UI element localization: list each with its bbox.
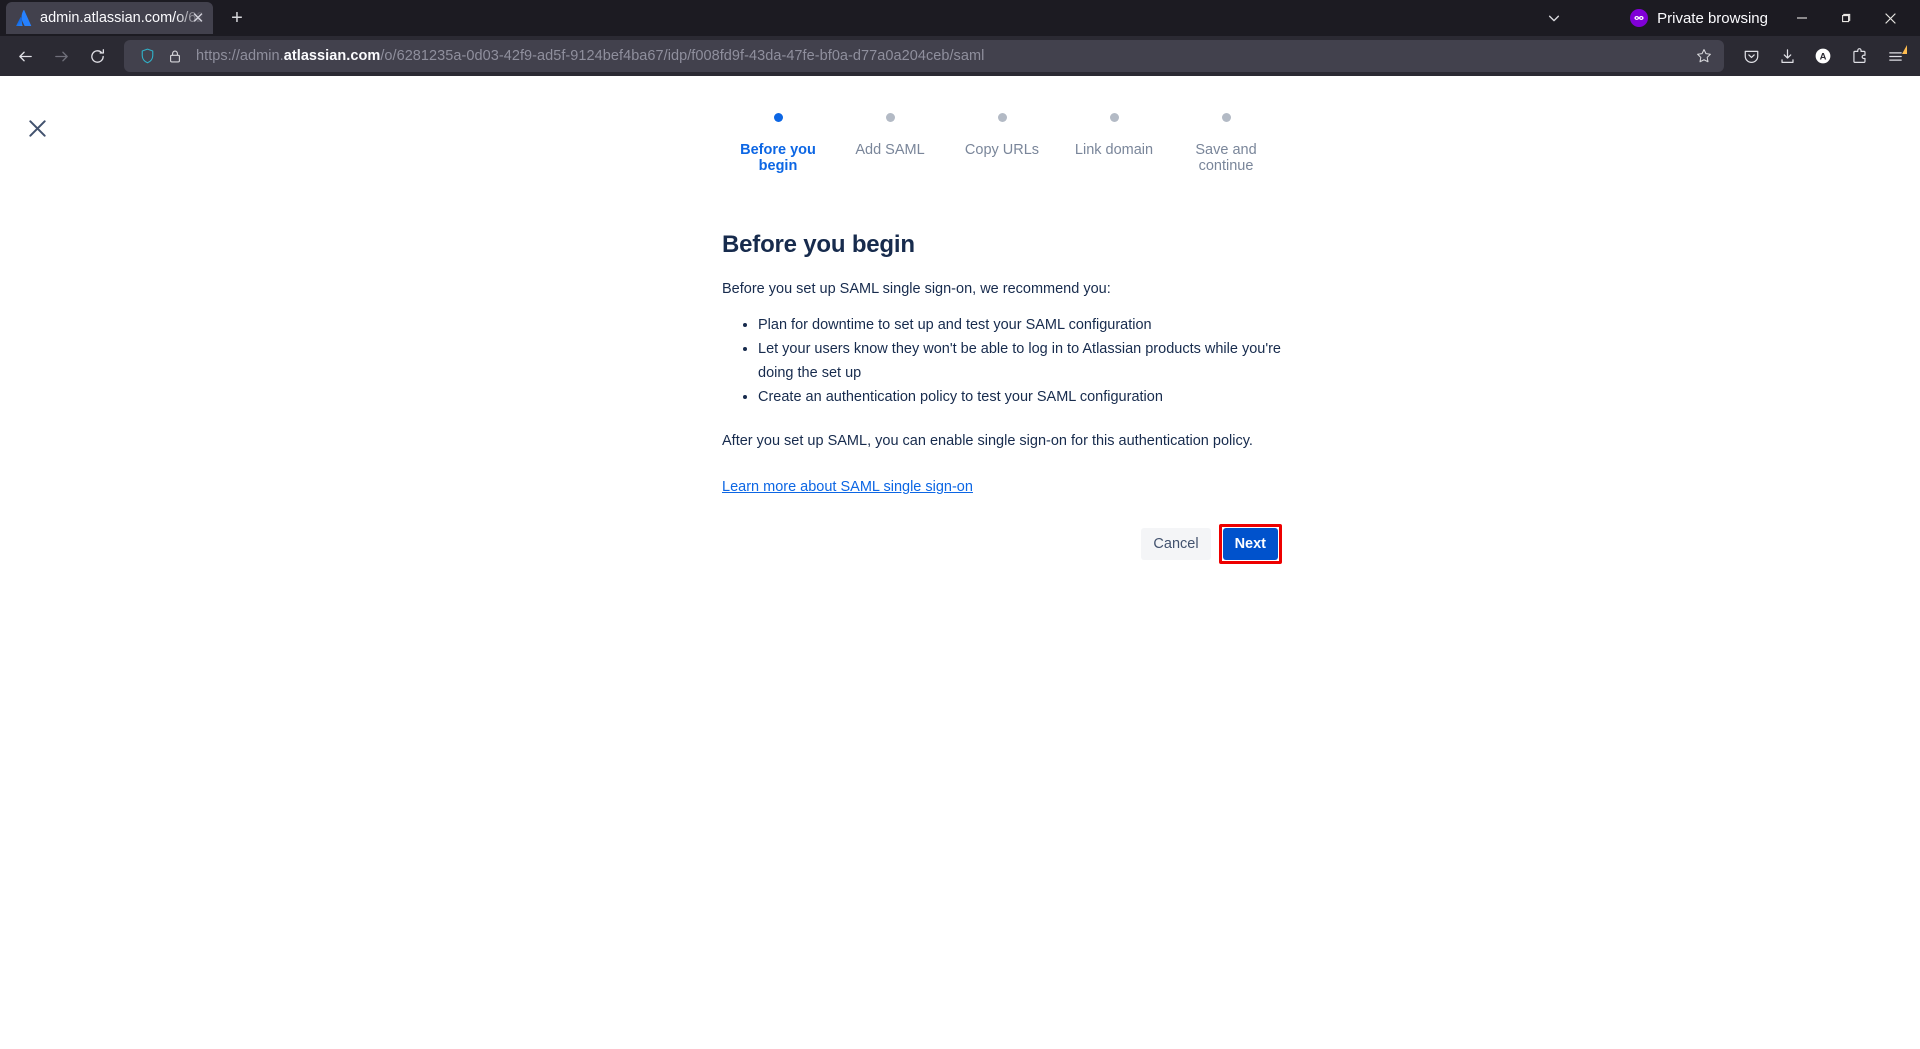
step-dot-icon bbox=[1221, 113, 1231, 122]
step-label: Before you begin bbox=[740, 142, 816, 174]
stepper-step-save-and-continue[interactable]: Save and continue bbox=[1170, 113, 1282, 174]
wizard-stepper: Before you begin Add SAML Copy URLs Link… bbox=[722, 76, 1282, 174]
stepper-step-link-domain[interactable]: Link domain bbox=[1058, 113, 1170, 174]
page-content: Before you begin Add SAML Copy URLs Link… bbox=[0, 76, 1920, 1049]
browser-tab[interactable]: admin.atlassian.com/o/62 ✕ bbox=[6, 2, 213, 34]
back-button[interactable] bbox=[8, 40, 42, 72]
downloads-icon[interactable] bbox=[1770, 40, 1804, 72]
padlock-icon[interactable] bbox=[162, 43, 188, 69]
stepper-step-copy-urls[interactable]: Copy URLs bbox=[946, 113, 1058, 174]
tab-strip: admin.atlassian.com/o/62 ✕ + Private bro… bbox=[0, 0, 1920, 36]
step-dot-icon bbox=[997, 113, 1007, 122]
recommendation-list: Plan for downtime to set up and test you… bbox=[722, 313, 1282, 409]
app-menu-icon[interactable] bbox=[1878, 40, 1912, 72]
url-host: atlassian.com bbox=[283, 48, 381, 64]
step-label: Add SAML bbox=[855, 142, 925, 158]
saml-setup-wizard: Before you begin Add SAML Copy URLs Link… bbox=[722, 76, 1282, 564]
window-minimize-button[interactable] bbox=[1780, 0, 1824, 36]
close-icon[interactable] bbox=[17, 108, 57, 148]
reload-button[interactable] bbox=[80, 40, 114, 72]
pocket-icon[interactable] bbox=[1734, 40, 1768, 72]
step-dot-icon bbox=[885, 113, 895, 122]
url-text[interactable]: https://admin.atlassian.com/o/6281235a-0… bbox=[190, 48, 1688, 64]
step-label: Copy URLs bbox=[964, 142, 1040, 158]
mask-icon bbox=[1630, 9, 1649, 27]
chevron-down-icon[interactable] bbox=[1536, 3, 1572, 33]
list-item: Let your users know they won't be able t… bbox=[758, 337, 1282, 385]
step-dot-icon bbox=[1109, 113, 1119, 122]
wizard-card: Before you begin Before you set up SAML … bbox=[722, 174, 1282, 564]
step-label: Save and continue bbox=[1195, 142, 1257, 174]
tab-strip-right-controls: Private browsing bbox=[1536, 0, 1912, 36]
page-title: Before you begin bbox=[722, 231, 915, 258]
update-badge-icon bbox=[1902, 45, 1907, 54]
url-bar[interactable]: https://admin.atlassian.com/o/6281235a-0… bbox=[124, 40, 1724, 72]
extensions-icon[interactable] bbox=[1842, 40, 1876, 72]
forward-button[interactable] bbox=[44, 40, 78, 72]
new-tab-button[interactable]: + bbox=[221, 3, 253, 33]
wizard-actions: Cancel Next bbox=[722, 524, 1282, 564]
browser-chrome: admin.atlassian.com/o/62 ✕ + Private bro… bbox=[0, 0, 1920, 76]
tab-title: admin.atlassian.com/o/62 bbox=[40, 10, 205, 26]
tab-close-icon[interactable]: ✕ bbox=[189, 9, 207, 27]
list-item: Create an authentication policy to test … bbox=[758, 385, 1282, 409]
shield-icon[interactable] bbox=[134, 43, 160, 69]
stepper-step-add-saml[interactable]: Add SAML bbox=[834, 113, 946, 174]
star-icon[interactable] bbox=[1690, 42, 1718, 70]
url-prefix: https://admin. bbox=[196, 48, 284, 64]
learn-more-link[interactable]: Learn more about SAML single sign-on bbox=[722, 479, 973, 495]
window-close-button[interactable] bbox=[1868, 0, 1912, 36]
after-setup-text: After you set up SAML, you can enable si… bbox=[722, 433, 1253, 449]
step-label: Link domain bbox=[1074, 142, 1154, 158]
intro-text: Before you set up SAML single sign-on, w… bbox=[722, 281, 1111, 297]
private-browsing-label: Private browsing bbox=[1657, 9, 1768, 27]
navigation-toolbar: https://admin.atlassian.com/o/6281235a-0… bbox=[0, 36, 1920, 76]
svg-text:A: A bbox=[1820, 52, 1827, 63]
atlassian-logo-icon bbox=[16, 10, 32, 26]
window-controls bbox=[1780, 0, 1912, 36]
next-button[interactable]: Next bbox=[1222, 528, 1278, 560]
toolbar-icons: A bbox=[1734, 40, 1912, 72]
step-dot-icon bbox=[773, 113, 783, 122]
window-maximize-button[interactable] bbox=[1824, 0, 1868, 36]
list-item: Plan for downtime to set up and test you… bbox=[758, 313, 1282, 337]
stepper-step-before-you-begin[interactable]: Before you begin bbox=[722, 113, 834, 174]
next-button-highlight: Next bbox=[1218, 524, 1282, 564]
private-browsing-indicator: Private browsing bbox=[1624, 9, 1778, 27]
url-path: /o/6281235a-0d03-42f9-ad5f-9124bef4ba67/… bbox=[380, 48, 985, 64]
account-icon[interactable]: A bbox=[1806, 40, 1840, 72]
cancel-button[interactable]: Cancel bbox=[1141, 528, 1211, 560]
